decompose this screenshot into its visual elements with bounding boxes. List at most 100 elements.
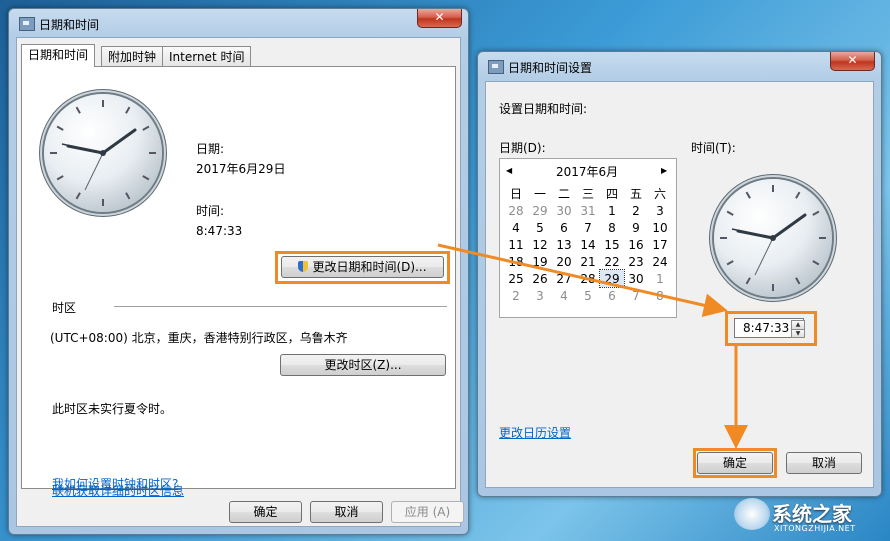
watermark: 系统之家 XITONGZHIJIA.NET <box>732 496 884 538</box>
calendar-day[interactable]: 4 <box>504 219 528 236</box>
calendar-week-row: 2345678 <box>504 287 672 304</box>
calendar-day[interactable]: 31 <box>576 202 600 219</box>
prev-month-icon[interactable]: ◀ <box>506 166 512 175</box>
calendar-day[interactable]: 6 <box>600 287 624 304</box>
time-value: 8:47:33 <box>196 224 243 238</box>
timezone-heading: 时区 <box>52 301 77 315</box>
calendar-day[interactable]: 2 <box>504 287 528 304</box>
calendar-day[interactable]: 4 <box>552 287 576 304</box>
calendar-day[interactable]: 1 <box>600 202 624 219</box>
dst-note: 此时区未实行夏令时。 <box>52 402 173 416</box>
weekday-cell: 日 <box>509 187 522 201</box>
datetime-settings-window: 日期和时间设置 ✕ 设置日期和时间: 日期(D): 时间(T): ◀ 2017年… <box>477 51 882 497</box>
calendar-day[interactable]: 16 <box>624 236 648 253</box>
calendar-day[interactable]: 28 <box>504 202 528 219</box>
datetime-app-icon <box>19 17 35 31</box>
calendar-day[interactable]: 20 <box>552 253 576 270</box>
calendar-month-title[interactable]: 2017年6月 <box>556 163 618 180</box>
calendar-day[interactable]: 19 <box>528 253 552 270</box>
tab-panel: 日期: 2017年6月29日 时间: 8:47:33 更改日期和时间(D)...… <box>21 66 456 498</box>
analog-clock <box>44 94 162 212</box>
settings-app-icon <box>488 60 504 74</box>
time-down-icon[interactable]: ▼ <box>791 329 805 338</box>
calendar-day[interactable]: 28 <box>576 270 600 287</box>
next-month-icon[interactable]: ▶ <box>661 166 667 175</box>
calendar-day[interactable]: 6 <box>552 219 576 236</box>
timezone-value: (UTC+08:00) 北京，重庆，香港特别行政区，乌鲁木齐 <box>50 331 348 345</box>
calendar-day[interactable]: 5 <box>576 287 600 304</box>
change-datetime-label: 更改日期和时间(D)... <box>312 260 427 274</box>
calendar-week-row: 18 19 20 21 22 23 24 <box>504 253 672 270</box>
settings-analog-clock <box>714 179 832 297</box>
calendar-day[interactable]: 7 <box>576 219 600 236</box>
calendar-day[interactable]: 27 <box>552 270 576 287</box>
calendar-week-row: 11 12 13 14 15 16 17 <box>504 236 672 253</box>
calendar-day[interactable]: 29 <box>528 202 552 219</box>
close-button[interactable]: ✕ <box>417 9 462 28</box>
date-value: 2017年6月29日 <box>196 162 286 176</box>
weekday-cell: 三 <box>581 187 594 201</box>
calendar-day[interactable]: 13 <box>552 236 576 253</box>
time-input[interactable]: 8:47:33 ▲ ▼ <box>734 318 805 338</box>
calendar-day[interactable]: 30 <box>624 270 648 287</box>
weekday-cell: 五 <box>629 187 642 201</box>
settings-close-button[interactable]: ✕ <box>830 52 875 71</box>
calendar-day[interactable]: 25 <box>504 270 528 287</box>
weekday-row: 日 一 二 三 四 五 六 <box>504 185 672 202</box>
uac-shield-icon <box>298 261 309 272</box>
settings-cancel-button[interactable]: 取消 <box>786 452 862 474</box>
calendar-day[interactable]: 29 <box>599 269 625 288</box>
settings-prompt: 设置日期和时间: <box>499 102 588 116</box>
watermark-url: XITONGZHIJIA.NET <box>774 524 856 533</box>
date-label: 日期: <box>196 142 225 156</box>
settings-ok-button[interactable]: 确定 <box>697 452 773 474</box>
calendar-week-row: 4 5 6 7 8 9 10 <box>504 219 672 236</box>
calendar-grid: 日 一 二 三 四 五 六 28 29 30 31 1 2 3 4 5 6 7 8 9 10 11 12 13 1… <box>504 185 672 304</box>
tab-additional-clocks[interactable]: 附加时钟 <box>101 46 164 67</box>
calendar-day[interactable]: 10 <box>648 219 672 236</box>
calendar-day[interactable]: 8 <box>648 287 672 304</box>
calendar-day[interactable]: 1 <box>648 270 672 287</box>
weekday-cell: 四 <box>605 187 618 201</box>
change-datetime-button[interactable]: 更改日期和时间(D)... <box>281 256 444 278</box>
calendar-day[interactable]: 7 <box>624 287 648 304</box>
calendar-day[interactable]: 30 <box>552 202 576 219</box>
calendar-settings-link[interactable]: 更改日历设置 <box>499 424 571 441</box>
apply-button[interactable]: 应用 (A) <box>391 501 464 523</box>
calendar-day[interactable]: 22 <box>600 253 624 270</box>
calendar-day[interactable]: 23 <box>624 253 648 270</box>
watermark-logo-icon <box>734 498 770 530</box>
calendar-day[interactable]: 5 <box>528 219 552 236</box>
clock-help-link[interactable]: 我如何设置时钟和时区? <box>52 475 178 492</box>
ok-button[interactable]: 确定 <box>229 501 302 523</box>
weekday-cell: 六 <box>653 187 666 201</box>
settings-date-label: 日期(D): <box>499 141 546 155</box>
settings-clock-face-icon <box>720 185 826 291</box>
calendar-day[interactable]: 3 <box>528 287 552 304</box>
calendar-day[interactable]: 11 <box>504 236 528 253</box>
calendar-day[interactable]: 3 <box>648 202 672 219</box>
timezone-divider <box>114 306 447 307</box>
weekday-cell: 一 <box>533 187 546 201</box>
calendar-day[interactable]: 14 <box>576 236 600 253</box>
calendar-day[interactable]: 2 <box>624 202 648 219</box>
calendar-day[interactable]: 24 <box>648 253 672 270</box>
window-client: 日期和时间 附加时钟 Internet 时间 日期: 2017年6月29日 时间… <box>16 37 464 527</box>
calendar-day[interactable]: 8 <box>600 219 624 236</box>
calendar-day[interactable]: 26 <box>528 270 552 287</box>
settings-window-title: 日期和时间设置 <box>508 61 593 75</box>
calendar-day[interactable]: 17 <box>648 236 672 253</box>
time-label: 时间: <box>196 204 225 218</box>
calendar-day[interactable]: 12 <box>528 236 552 253</box>
settings-time-label: 时间(T): <box>691 141 736 155</box>
calendar-day[interactable]: 18 <box>504 253 528 270</box>
tab-date-time[interactable]: 日期和时间 <box>21 44 96 67</box>
tab-internet-time[interactable]: Internet 时间 <box>162 46 252 67</box>
change-timezone-button[interactable]: 更改时区(Z)... <box>280 354 446 376</box>
cancel-button[interactable]: 取消 <box>310 501 383 523</box>
calendar-day[interactable]: 9 <box>624 219 648 236</box>
calendar-day[interactable]: 21 <box>576 253 600 270</box>
calendar-day[interactable]: 15 <box>600 236 624 253</box>
datetime-window: 日期和时间 ✕ 日期和时间 附加时钟 Internet 时间 日期: 2017年… <box>8 8 469 535</box>
weekday-cell: 二 <box>557 187 570 201</box>
